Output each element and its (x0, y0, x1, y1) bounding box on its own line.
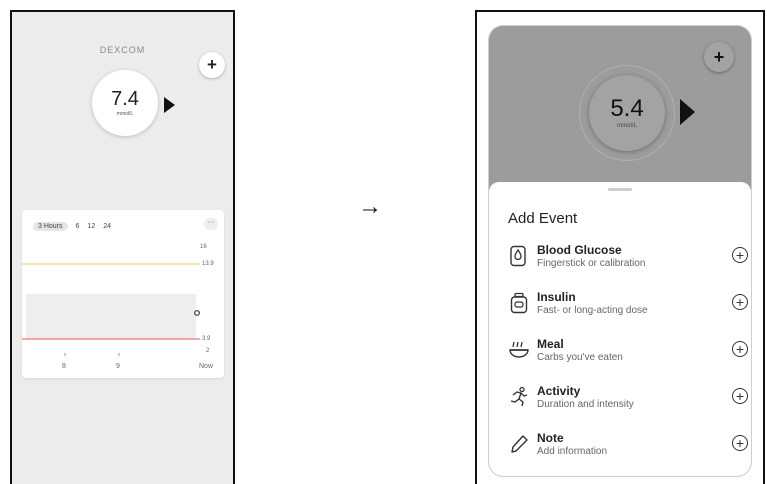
add-event-button[interactable]: + (704, 42, 734, 72)
transition-arrow-icon: → (358, 193, 382, 220)
event-subtitle: Add information (537, 446, 608, 457)
glucose-unit: mmol/L (617, 123, 637, 129)
sheet-title: Add Event (508, 210, 578, 227)
y-label-13-9: 13.9 (202, 261, 214, 267)
event-subtitle: Carbs you've eaten (537, 352, 623, 363)
x-label-now: Now (199, 363, 214, 370)
y-label-3-9: 3.9 (202, 336, 211, 342)
event-subtitle: Fingerstick or calibration (537, 258, 646, 269)
x-label-9: 9 (116, 363, 120, 370)
event-title: Activity (537, 384, 581, 398)
app-frame: + 5.4 mmol/L Add Event Blood Glucose Fin… (489, 26, 751, 476)
glucose-reading-circle[interactable]: 7.4 mmol/L (92, 70, 158, 136)
x-label-8: 8 (62, 363, 66, 370)
event-row-note[interactable]: Note Add information + (508, 431, 748, 469)
insulin-pen-icon (510, 292, 528, 314)
event-row-activity[interactable]: Activity Duration and intensity + (508, 384, 748, 422)
y-label-16: 16 (200, 244, 207, 250)
event-row-insulin[interactable]: Insulin Fast- or long-acting dose + (508, 290, 748, 328)
trend-arrow-icon (680, 99, 695, 125)
running-person-icon (510, 386, 528, 407)
blood-drop-meter-icon (510, 245, 526, 267)
trend-arrow-icon (164, 97, 175, 113)
brand-logo: DEXCOM (99, 45, 146, 55)
sheet-grabber[interactable] (608, 188, 632, 191)
event-subtitle: Duration and intensity (537, 399, 634, 410)
event-title: Note (537, 431, 564, 445)
glucose-unit: mmol/L (116, 111, 134, 117)
add-event-sheet: Add Event Blood Glucose Fingerstick or c… (489, 182, 751, 476)
glucose-value: 5.4 (610, 95, 644, 122)
event-row-blood-glucose[interactable]: Blood Glucose Fingerstick or calibration… (508, 243, 748, 281)
event-row-meal[interactable]: Meal Carbs you've eaten + (508, 337, 748, 375)
event-title: Meal (537, 337, 564, 351)
event-subtitle: Fast- or long-acting dose (537, 305, 648, 316)
y-label-2: 2 (206, 348, 210, 354)
glucose-reading-circle: 5.4 mmol/L (589, 75, 665, 151)
event-title: Insulin (537, 290, 576, 304)
pencil-icon (511, 435, 528, 453)
current-reading-dot (194, 310, 200, 316)
target-range-band (26, 294, 196, 339)
meal-bowl-icon (509, 341, 529, 358)
add-blood-glucose-button[interactable]: + (732, 247, 748, 263)
glucose-value: 7.4 (111, 88, 139, 110)
add-note-button[interactable]: + (732, 435, 748, 451)
event-title: Blood Glucose (537, 243, 622, 257)
add-insulin-button[interactable]: + (732, 294, 748, 310)
glucose-graph (22, 263, 200, 356)
add-event-button[interactable]: + (199, 52, 225, 78)
add-meal-button[interactable]: + (732, 341, 748, 357)
right-phone-screen: + 5.4 mmol/L Add Event Blood Glucose Fin… (475, 10, 765, 484)
add-activity-button[interactable]: + (732, 388, 748, 404)
glucose-graph-card: 3 Hours 6 12 24 ··· 16 13.9 3.9 2 8 9 No… (22, 210, 224, 378)
left-phone-screen: DEXCOM + 7.4 mmol/L 3 Hours 6 12 24 ··· … (10, 10, 235, 484)
